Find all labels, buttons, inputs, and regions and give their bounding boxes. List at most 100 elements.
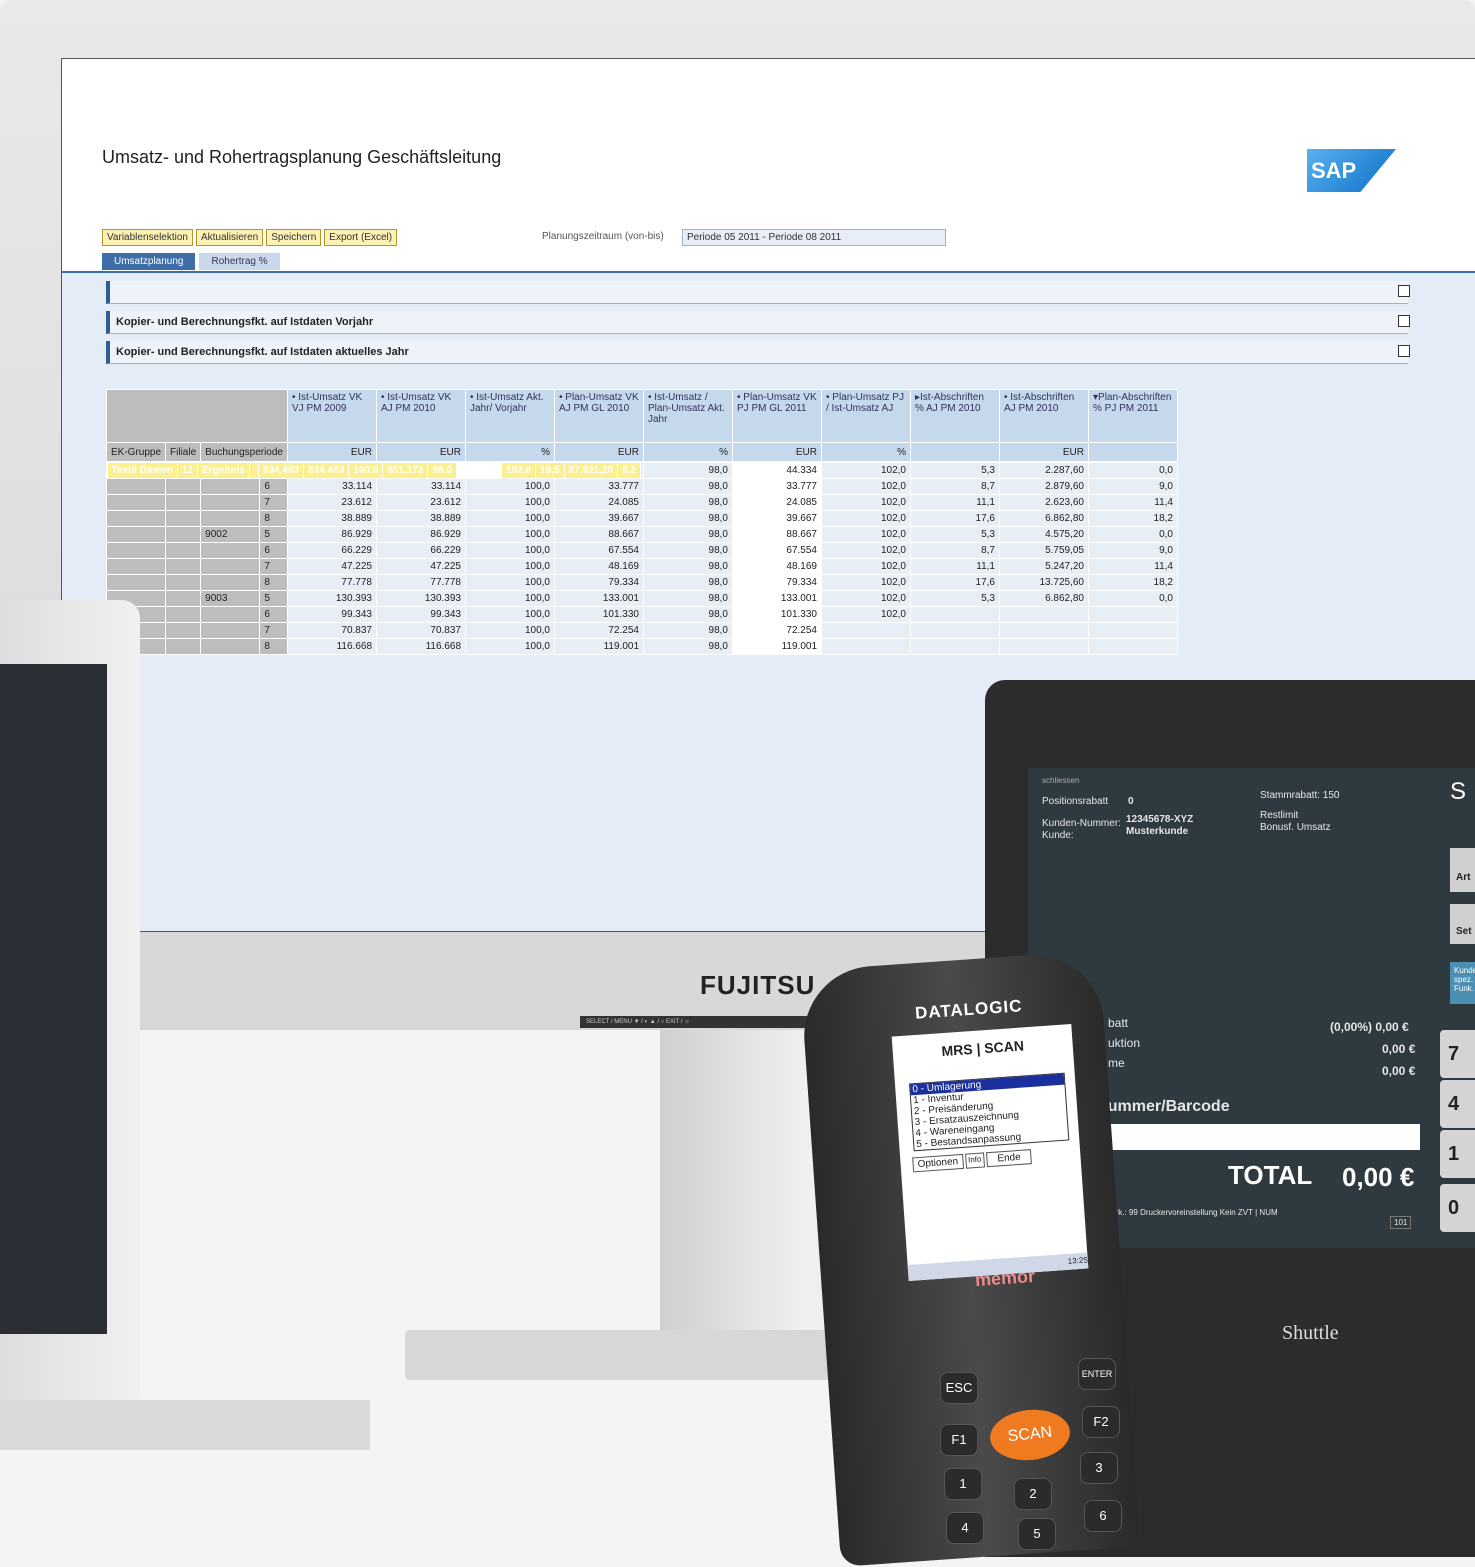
table-cell: 9,2 xyxy=(617,462,641,479)
table-cell[interactable]: 67.554 xyxy=(732,542,822,559)
table-cell[interactable]: 79.334 xyxy=(732,574,822,591)
table-cell[interactable]: 33.777 xyxy=(732,478,822,495)
expand-icon[interactable] xyxy=(1398,285,1410,297)
key-5[interactable]: 5 xyxy=(1018,1518,1056,1550)
set-button[interactable]: Set xyxy=(1450,904,1475,944)
row-label: 8 xyxy=(259,574,288,591)
table-cell: 5,3 xyxy=(910,526,1000,543)
table-cell[interactable]: 119.001 xyxy=(732,638,822,655)
period-field[interactable]: Periode 05 2011 - Periode 08 2011 xyxy=(682,229,946,246)
table-cell: 834.483 xyxy=(257,462,305,479)
table-cell: 102,0 xyxy=(821,574,911,591)
table-cell: 100,0 xyxy=(348,462,384,479)
unit-cell: % xyxy=(465,442,555,462)
row-label xyxy=(200,638,261,655)
table-cell: 100,0 xyxy=(465,558,555,575)
table-cell[interactable]: 851.172 xyxy=(455,462,503,479)
column-header[interactable]: • Ist-Umsatz Akt. Jahr/ Vorjahr xyxy=(465,389,555,443)
panel-blank[interactable] xyxy=(106,281,1410,304)
panel-label: Kopier- und Berechnungsfkt. auf Istdaten… xyxy=(116,316,374,328)
panel-vorjahr[interactable]: Kopier- und Berechnungsfkt. auf Istdaten… xyxy=(106,311,1410,334)
expand-icon[interactable] xyxy=(1398,345,1410,357)
speichern-button[interactable]: Speichern xyxy=(266,229,322,246)
table-cell[interactable]: 101.330 xyxy=(732,606,822,623)
table-cell: 98,0 xyxy=(643,526,733,543)
tab-rohertrag[interactable]: Rohertrag % xyxy=(199,253,280,270)
f2-key[interactable]: F2 xyxy=(1082,1406,1120,1438)
column-header[interactable]: • Plan-Umsatz VK AJ PM GL 2010 xyxy=(554,389,644,443)
table-cell: 100,0 xyxy=(465,574,555,591)
key-2[interactable]: 2 xyxy=(1014,1478,1052,1510)
keypad-7[interactable]: 7 xyxy=(1440,1030,1475,1078)
table-cell: 100,0 xyxy=(465,542,555,559)
table-cell: 98,0 xyxy=(643,558,733,575)
header-filiale[interactable]: Filiale xyxy=(165,442,202,462)
tab-umsatzplanung[interactable]: Umsatzplanung xyxy=(102,253,196,270)
total-value: 0,00 € xyxy=(1342,1162,1415,1192)
table-cell: 17,6 xyxy=(910,574,1000,591)
ende-button[interactable]: Ende xyxy=(985,1149,1033,1168)
expand-icon[interactable] xyxy=(1398,315,1410,327)
column-header[interactable]: • Ist-Umsatz VK VJ PM 2009 xyxy=(287,389,377,443)
table-cell: 102,0 xyxy=(821,590,911,607)
table-cell: 98,0 xyxy=(643,510,733,527)
table-cell: 2.287,60 xyxy=(999,462,1089,479)
table-cell: 102,0 xyxy=(821,542,911,559)
column-header[interactable]: • Ist-Umsatz VK AJ PM 2010 xyxy=(376,389,466,443)
table-cell: 47.225 xyxy=(376,558,466,575)
row-label xyxy=(165,574,202,591)
header-buchungsperiode[interactable]: Buchungsperiode xyxy=(200,442,288,462)
art-button[interactable]: Art xyxy=(1450,848,1475,892)
column-header[interactable]: • Ist-Umsatz / Plan-Umsatz Akt. Jahr xyxy=(643,389,733,443)
key-4[interactable]: 4 xyxy=(946,1512,984,1544)
keypad-4[interactable]: 4 xyxy=(1440,1080,1475,1128)
table-cell[interactable]: 48.169 xyxy=(732,558,822,575)
table-cell[interactable]: 133.001 xyxy=(732,590,822,607)
row-label xyxy=(200,494,261,511)
close-link[interactable]: schliessen xyxy=(1042,776,1079,785)
row-label xyxy=(200,510,261,527)
table-cell: 119.001 xyxy=(554,638,644,655)
f1-key[interactable]: F1 xyxy=(940,1424,978,1456)
info-button[interactable]: Info xyxy=(964,1152,985,1169)
header-ek-gruppe[interactable]: EK-Gruppe xyxy=(105,442,167,462)
column-header[interactable]: ▾Plan-Abschriften % PJ PM 2011 xyxy=(1088,389,1178,443)
table-cell xyxy=(910,606,1000,623)
column-header[interactable]: • Plan-Umsatz VK PJ PM GL 2011 xyxy=(732,389,822,443)
key-3[interactable]: 3 xyxy=(1080,1452,1118,1484)
column-header[interactable]: ▸Ist-Abschriften % AJ PM 2010 xyxy=(910,389,1000,443)
esc-key[interactable]: ESC xyxy=(940,1372,978,1404)
table-cell[interactable]: 88.667 xyxy=(732,526,822,543)
keypad-0[interactable]: 0 xyxy=(1440,1184,1475,1232)
table-cell: 18,2 xyxy=(1088,510,1178,527)
table-cell[interactable]: 24.085 xyxy=(732,494,822,511)
row-label: 7 xyxy=(259,622,288,639)
table-cell[interactable]: 44.334 xyxy=(732,462,822,479)
table-cell: 70.837 xyxy=(376,622,466,639)
key-1[interactable]: 1 xyxy=(944,1468,982,1500)
table-cell: 23.612 xyxy=(287,494,377,511)
barcode-input[interactable] xyxy=(1098,1124,1420,1150)
table-cell[interactable]: 72.254 xyxy=(732,622,822,639)
optionen-button[interactable]: Optionen xyxy=(912,1153,964,1173)
table-cell: 77.778 xyxy=(287,574,377,591)
column-header[interactable]: • Ist-Abschriften AJ PM 2010 xyxy=(999,389,1089,443)
table-cell[interactable]: 39.667 xyxy=(732,510,822,527)
table-row: 7 47.225 47.225 100,0 48.169 98,0 48.169 102,0 1… xyxy=(105,558,1178,575)
variablenselektion-button[interactable]: Variablenselektion xyxy=(102,229,193,246)
enter-key[interactable]: ENTER xyxy=(1078,1358,1116,1390)
total-label: TOTAL xyxy=(1228,1160,1313,1190)
key-6[interactable]: 6 xyxy=(1084,1500,1122,1532)
aktualisieren-button[interactable]: Aktualisieren xyxy=(195,229,264,246)
panel-aktuelles-jahr[interactable]: Kopier- und Berechnungsfkt. auf Istdaten… xyxy=(106,341,1410,364)
keypad-1[interactable]: 1 xyxy=(1440,1130,1475,1178)
export-excel-button[interactable]: Export (Excel) xyxy=(324,229,398,246)
table-cell: 98,0 xyxy=(643,574,733,591)
column-header[interactable]: • Plan-Umsatz PJ / Ist-Umsatz AJ xyxy=(821,389,911,443)
table-cell: 33.114 xyxy=(287,478,377,495)
kunde-spez-button[interactable]: Kunde spez. Funk. xyxy=(1450,962,1475,1004)
table-cell: 8,7 xyxy=(910,478,1000,495)
table-cell: 5,3 xyxy=(910,590,1000,607)
table-cell: 98,0 xyxy=(427,462,457,479)
table-cell xyxy=(1088,638,1178,655)
